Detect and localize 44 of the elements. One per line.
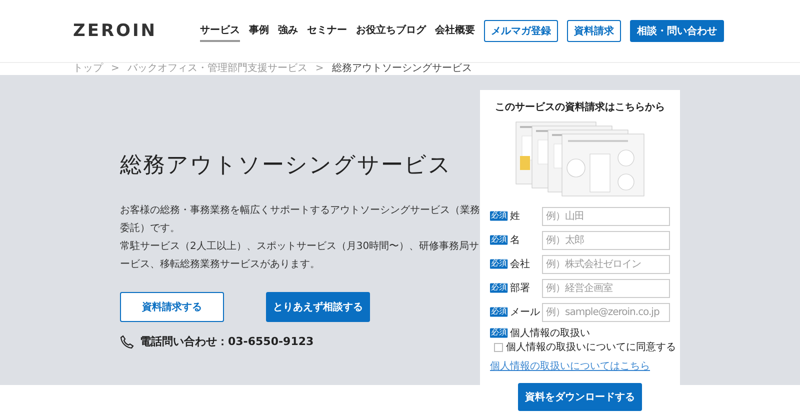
privacy-link[interactable]: 個人情報の取扱いについてはこちら: [490, 359, 650, 373]
nav-link[interactable]: お役立ちブログ: [356, 20, 426, 42]
input-field[interactable]: 例）太郎: [542, 230, 670, 250]
nav-link[interactable]: サービス: [200, 20, 240, 42]
required-badge: 必須: [490, 307, 508, 317]
field-label: 会社: [510, 258, 531, 271]
phone-icon: [120, 334, 134, 348]
field-label: 部署: [510, 282, 531, 295]
breadcrumb-link[interactable]: トップ: [73, 63, 103, 75]
required-badge: 必須: [490, 259, 508, 269]
breadcrumb-separator: >: [315, 63, 324, 75]
nav-link[interactable]: 強み: [278, 20, 298, 42]
header-button[interactable]: メルマガ登録: [484, 20, 558, 42]
field-label: 姓: [510, 210, 521, 223]
header-button[interactable]: 相談・問い合わせ: [630, 20, 724, 42]
description: お客様の総務・事務業務を幅広くサポートするアウトソーシングサービス（業務委託）です。: [120, 204, 481, 236]
nav-link[interactable]: セミナー: [307, 20, 347, 42]
breadcrumb-link[interactable]: バックオフィス・管理部門支援サービス: [127, 63, 308, 75]
input-field[interactable]: 例）株式会社ゼロイン: [542, 254, 670, 274]
input-field[interactable]: 例）山田: [542, 206, 670, 226]
description: 常駐サービス（2人工以上）、スポットサービス（月30時間〜）、研修事務局サービス、移転総務業務サービスがあります。: [120, 240, 480, 272]
cta-button[interactable]: とりあえず相談する: [266, 292, 370, 322]
checkbox[interactable]: [494, 342, 503, 352]
header-button[interactable]: 資料請求: [567, 20, 621, 42]
input-field[interactable]: 例）sample@zeroin.co.jp: [542, 302, 670, 322]
field-label: メール: [510, 306, 541, 319]
breadcrumb-current: 総務アウトソーシングサービス: [332, 63, 472, 75]
required-badge: 必須: [490, 283, 508, 293]
breadcrumb-separator: >: [111, 63, 120, 75]
phone-number: 電話問い合わせ：03-6550-9123: [140, 334, 314, 349]
input-field[interactable]: 例）経営企画室: [542, 278, 670, 298]
nav-link[interactable]: 事例: [249, 20, 269, 42]
required-badge: 必須: [490, 211, 508, 221]
cta-button[interactable]: 資料請求する: [120, 292, 224, 322]
nav-link[interactable]: 会社概要: [435, 20, 475, 42]
consent-label: 個人情報の取扱いについてに同意する: [506, 340, 676, 354]
logo[interactable]: ZEROIN: [73, 21, 158, 41]
field-label: 個人情報の取扱い: [510, 326, 590, 340]
download-button[interactable]: 資料をダウンロードする: [518, 383, 642, 411]
field-label: 名: [510, 234, 521, 247]
form-title: このサービスの資料請求はこちらから: [494, 100, 666, 114]
page-title: 総務アウトソーシングサービス: [120, 152, 453, 180]
required-badge: 必須: [490, 235, 508, 245]
required-badge: 必須: [490, 328, 508, 338]
